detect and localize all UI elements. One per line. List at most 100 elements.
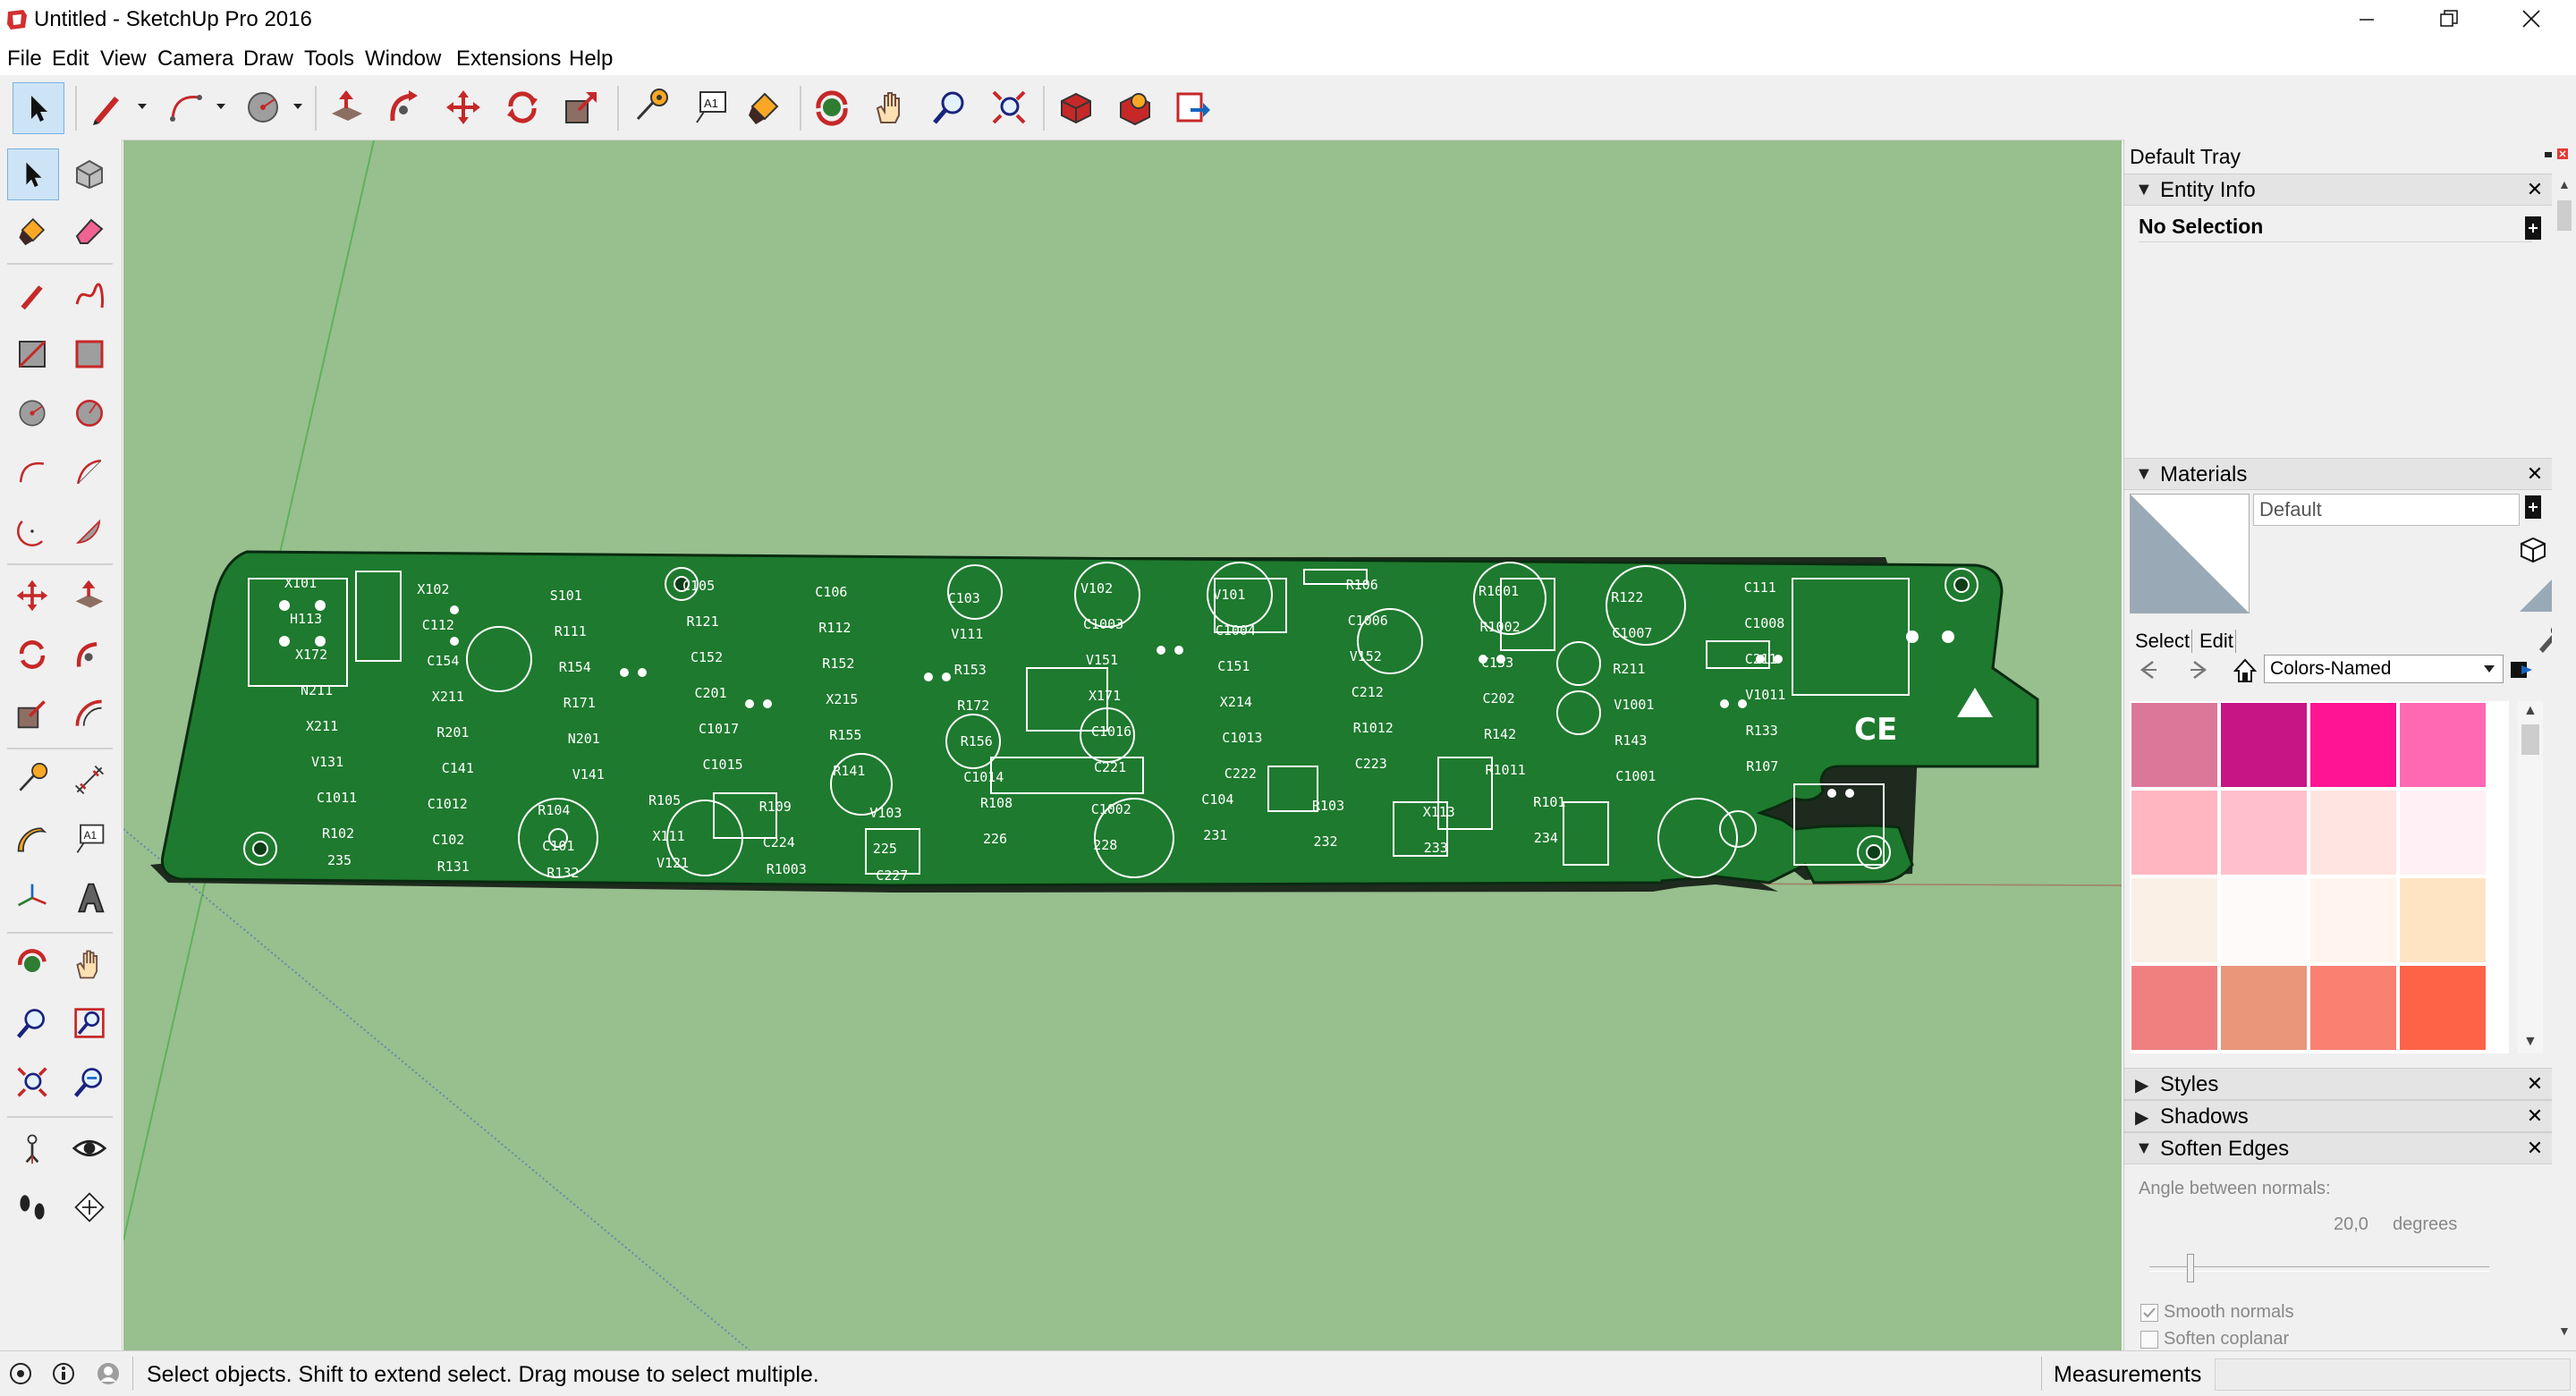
scale-button[interactable] bbox=[556, 82, 606, 132]
left-move-button[interactable] bbox=[7, 571, 57, 621]
material-swatch[interactable] bbox=[2310, 703, 2396, 787]
left-select-button[interactable] bbox=[7, 148, 59, 200]
left-dimension-button[interactable] bbox=[64, 755, 114, 805]
scroll-up-icon[interactable]: ▲ bbox=[2523, 703, 2538, 719]
user-account-icon[interactable] bbox=[97, 1362, 120, 1385]
left-previous-view-button[interactable] bbox=[64, 1057, 114, 1107]
minimize-button[interactable] bbox=[2326, 0, 2408, 41]
material-swatch[interactable] bbox=[2310, 791, 2396, 875]
tab-edit[interactable]: Edit bbox=[2198, 630, 2236, 653]
menu-view[interactable]: View bbox=[100, 47, 147, 72]
orbit-button[interactable] bbox=[807, 82, 857, 132]
shadows-header[interactable]: ▶ Shadows ✕ bbox=[2124, 1100, 2552, 1132]
material-swatch[interactable] bbox=[2400, 703, 2486, 787]
home-icon[interactable] bbox=[2232, 656, 2258, 683]
tray-scroll-thumb[interactable] bbox=[2557, 200, 2572, 231]
material-swatch[interactable] bbox=[2400, 791, 2486, 875]
measurements-box[interactable] bbox=[2215, 1358, 2571, 1391]
left-walk-button[interactable] bbox=[7, 1182, 57, 1232]
3d-warehouse-button[interactable] bbox=[1050, 82, 1100, 132]
material-swatch[interactable] bbox=[2131, 791, 2217, 875]
left-pie-button[interactable] bbox=[64, 506, 114, 556]
materials-header[interactable]: ▼ Materials ✕ bbox=[2124, 458, 2552, 490]
left-offset-button[interactable] bbox=[64, 689, 114, 739]
material-swatch[interactable] bbox=[2310, 878, 2396, 962]
zoom-button[interactable] bbox=[925, 82, 975, 132]
restore-button[interactable] bbox=[2408, 0, 2490, 41]
entity-info-header[interactable]: ▼ Entity Info ✕ bbox=[2124, 173, 2552, 206]
left-look-around-button[interactable] bbox=[64, 1123, 114, 1173]
soften-coplanar-checkbox[interactable] bbox=[2140, 1331, 2158, 1349]
push-pull-button[interactable] bbox=[322, 82, 372, 132]
material-swatch[interactable] bbox=[2131, 878, 2217, 962]
material-swatch[interactable] bbox=[2221, 878, 2307, 962]
left-rectangle-button[interactable] bbox=[7, 329, 57, 379]
left-position-camera-button[interactable] bbox=[7, 1123, 57, 1173]
left-push-pull-button[interactable] bbox=[64, 571, 114, 621]
arc-tool-button[interactable] bbox=[161, 82, 211, 132]
scroll-down-icon[interactable]: ▼ bbox=[2558, 1324, 2571, 1338]
swatch-scrollbar[interactable]: ▲ ▼ bbox=[2518, 701, 2543, 1053]
styles-header[interactable]: ▶ Styles ✕ bbox=[2124, 1068, 2552, 1100]
left-rotate-button[interactable] bbox=[7, 630, 57, 680]
tray-scrollbar[interactable]: ▲ ▼ bbox=[2552, 173, 2576, 1350]
left-text-button[interactable]: A1 bbox=[64, 814, 114, 864]
angle-slider-thumb[interactable] bbox=[2187, 1254, 2194, 1282]
arc-dropdown-arrow[interactable] bbox=[215, 100, 227, 113]
menu-draw[interactable]: Draw bbox=[243, 47, 293, 72]
line-tool-button[interactable] bbox=[82, 82, 132, 132]
left-3d-text-button[interactable] bbox=[64, 873, 114, 923]
tape-measure-button[interactable] bbox=[626, 82, 676, 132]
materials-library-select[interactable]: Colors-Named bbox=[2264, 655, 2504, 683]
left-paint-bucket-button[interactable] bbox=[7, 206, 57, 256]
geo-location-icon[interactable] bbox=[9, 1362, 32, 1385]
forward-arrow-icon[interactable] bbox=[2189, 658, 2212, 681]
soften-edges-header[interactable]: ▼ Soften Edges ✕ bbox=[2124, 1132, 2552, 1164]
left-arc-button[interactable] bbox=[7, 447, 57, 497]
scroll-up-icon[interactable]: ▲ bbox=[2558, 177, 2571, 191]
materials-close-icon[interactable]: ✕ bbox=[2523, 462, 2546, 486]
entity-info-details-toggle-icon[interactable] bbox=[2523, 215, 2543, 241]
soften-edges-close-icon[interactable]: ✕ bbox=[2523, 1137, 2546, 1160]
material-swatch[interactable] bbox=[2310, 966, 2396, 1050]
paint-bucket-button[interactable] bbox=[739, 82, 789, 132]
default-material-icon[interactable] bbox=[2518, 578, 2554, 613]
close-button[interactable] bbox=[2490, 0, 2572, 41]
menu-window[interactable]: Window bbox=[365, 47, 441, 72]
move-button[interactable] bbox=[438, 82, 488, 132]
left-polygon-button[interactable] bbox=[64, 388, 114, 438]
select-tool-button[interactable] bbox=[13, 82, 64, 134]
material-swatch[interactable] bbox=[2400, 966, 2486, 1050]
left-make-component-button[interactable] bbox=[64, 148, 114, 199]
zoom-extents-button[interactable] bbox=[984, 82, 1034, 132]
tray-close-icon[interactable] bbox=[2557, 148, 2568, 159]
left-protractor-button[interactable] bbox=[7, 814, 57, 864]
menu-camera[interactable]: Camera bbox=[157, 47, 233, 72]
menu-extensions[interactable]: Extensions bbox=[456, 47, 561, 72]
material-swatch[interactable] bbox=[2131, 966, 2217, 1050]
menu-help[interactable]: Help bbox=[569, 47, 613, 72]
menu-edit[interactable]: Edit bbox=[52, 47, 89, 72]
details-arrow-icon[interactable] bbox=[2509, 656, 2536, 683]
back-arrow-icon[interactable] bbox=[2135, 658, 2158, 681]
credits-info-icon[interactable] bbox=[52, 1362, 75, 1385]
follow-me-button[interactable] bbox=[379, 82, 429, 132]
smooth-normals-checkbox[interactable] bbox=[2140, 1304, 2158, 1322]
tab-select[interactable]: Select bbox=[2133, 630, 2193, 653]
model-viewport[interactable]: CE X101 X102 S101 C105 C106 C103 V102 V1… bbox=[123, 140, 2122, 1350]
material-swatch[interactable] bbox=[2221, 966, 2307, 1050]
left-rotated-rectangle-button[interactable] bbox=[64, 329, 114, 379]
rotate-button[interactable] bbox=[497, 82, 547, 132]
material-swatch[interactable] bbox=[2131, 703, 2217, 787]
left-eraser-button[interactable] bbox=[64, 206, 114, 256]
styles-close-icon[interactable]: ✕ bbox=[2523, 1072, 2546, 1096]
extension-warehouse-button[interactable] bbox=[1109, 82, 1159, 132]
tray-pin-icon[interactable] bbox=[2543, 148, 2554, 159]
left-three-point-arc-button[interactable] bbox=[7, 506, 57, 556]
material-swatch[interactable] bbox=[2400, 878, 2486, 962]
left-freehand-button[interactable] bbox=[64, 270, 114, 320]
left-zoom-extents-button[interactable] bbox=[7, 1057, 57, 1107]
material-sample-cube-icon[interactable] bbox=[2518, 535, 2548, 565]
left-two-point-arc-button[interactable] bbox=[64, 447, 114, 497]
menu-file[interactable]: File bbox=[7, 47, 42, 72]
